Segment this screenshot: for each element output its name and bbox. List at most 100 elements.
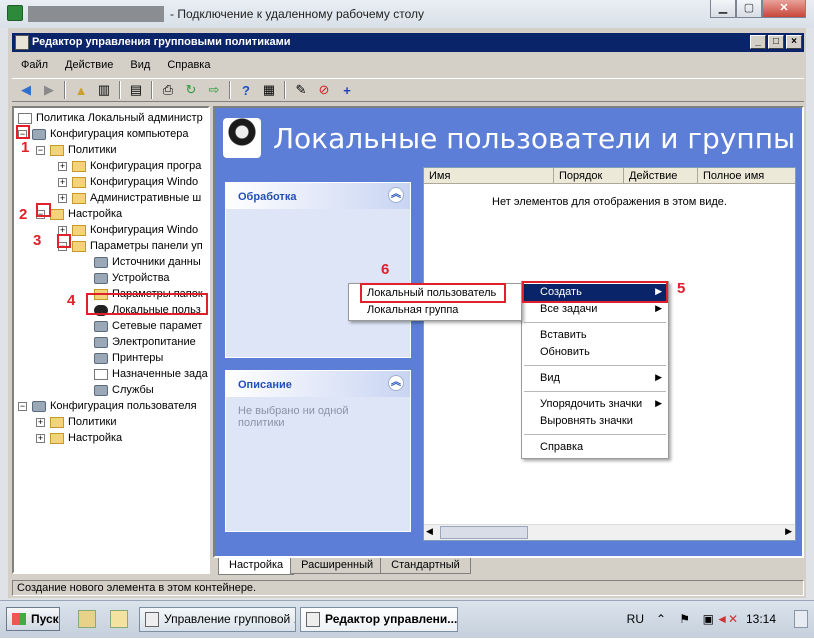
user-config-icon xyxy=(32,400,46,412)
description-text: Не выбрано ни одной политики xyxy=(238,405,349,429)
action-pane-icon[interactable]: ▦ xyxy=(259,81,279,99)
tree-item-power[interactable]: Электропитание xyxy=(94,334,196,350)
collapse-chevron-icon[interactable]: ︽ xyxy=(388,187,404,203)
tree-item-user-settings[interactable]: + Настройка xyxy=(36,430,122,446)
tree-item-root[interactable]: Политика Локальный администр xyxy=(18,110,203,126)
menubar: Файл Действие Вид Справка xyxy=(12,56,804,76)
gpmc-icon xyxy=(145,612,159,627)
tree-item-network[interactable]: Сетевые парамет xyxy=(94,318,202,334)
delete-icon[interactable]: ⊘ xyxy=(314,81,334,99)
export-icon[interactable]: ⇨ xyxy=(204,81,224,99)
column-name[interactable]: Имя xyxy=(424,168,554,183)
status-bar: Создание нового элемента в этом контейне… xyxy=(12,580,804,596)
taskbar-button-gpmc[interactable]: Управление групповой ... xyxy=(139,607,296,632)
menu-file[interactable]: Файл xyxy=(12,56,56,76)
menu-help[interactable]: Справка xyxy=(158,56,218,76)
menu-item-arrange-icons[interactable]: Упорядочить значки ▶ xyxy=(522,396,668,413)
explorer-quicklaunch-icon[interactable] xyxy=(78,610,96,628)
tab-settings[interactable]: Настройка xyxy=(218,558,295,575)
clock[interactable]: 13:14 xyxy=(746,612,776,626)
annotation-label-3: 3 xyxy=(33,232,42,249)
start-button[interactable]: Пуск xyxy=(6,607,60,631)
menu-item-view[interactable]: Вид ▶ xyxy=(522,370,668,387)
tree-item-data-sources[interactable]: Источники данны xyxy=(94,254,201,270)
menu-action[interactable]: Действие xyxy=(56,56,121,76)
maximize-button[interactable]: □ xyxy=(768,35,784,49)
menu-item-paste[interactable]: Вставить xyxy=(522,327,668,344)
menu-item-refresh[interactable]: Обновить xyxy=(522,344,668,361)
expand-toggle[interactable]: + xyxy=(36,433,45,443)
tree-item-user-policies[interactable]: + Политики xyxy=(36,414,117,430)
control-panel-icon xyxy=(72,240,86,252)
scroll-right-icon[interactable]: ▶ xyxy=(785,526,792,537)
list-header: Имя Порядок Действие Полное имя xyxy=(424,168,795,184)
expand-toggle[interactable]: + xyxy=(36,417,45,427)
app-title: Редактор управления групповыми политикам… xyxy=(32,36,291,48)
rdp-minimize-button[interactable]: ▁ xyxy=(710,0,736,18)
annotation-label-6: 6 xyxy=(381,261,390,278)
remote-desktop-icon xyxy=(7,5,23,21)
close-button[interactable]: × xyxy=(786,35,802,49)
menu-item-all-tasks[interactable]: Все задачи ▶ xyxy=(522,301,668,318)
horizontal-scrollbar[interactable]: ◀ ▶ xyxy=(424,524,795,540)
toolbar-separator xyxy=(64,81,66,99)
expand-toggle[interactable]: + xyxy=(58,161,67,171)
expand-toggle[interactable]: + xyxy=(58,193,67,203)
expand-toggle[interactable]: + xyxy=(58,177,67,187)
properties-icon[interactable]: ▤ xyxy=(126,81,146,99)
collapse-toggle[interactable]: − xyxy=(36,145,45,155)
scroll-left-icon[interactable]: ◀ xyxy=(426,526,433,537)
submenu-arrow-icon: ▶ xyxy=(655,303,662,313)
show-hidden-icons-icon[interactable]: ⌃ xyxy=(656,612,666,626)
folder-quicklaunch-icon[interactable] xyxy=(110,610,128,628)
action-center-flag-icon[interactable]: ⚑ xyxy=(679,612,690,626)
show-hide-tree-icon[interactable]: ▥ xyxy=(94,81,114,99)
print-icon[interactable]: ⎙ xyxy=(158,81,178,99)
tree-item-settings-windows[interactable]: + Конфигурация Windo xyxy=(58,222,198,238)
help-icon[interactable]: ? xyxy=(236,81,256,99)
tree-item-printers[interactable]: Принтеры xyxy=(94,350,163,366)
tree-item-software-config[interactable]: + Конфигурация програ xyxy=(58,158,201,174)
taskbar-button-gpme[interactable]: Редактор управлени... xyxy=(300,607,458,632)
language-indicator[interactable]: RU xyxy=(627,612,644,626)
back-arrow-icon[interactable]: ◀ xyxy=(16,81,36,99)
tree-item-computer-config[interactable]: − Конфигурация компьютера xyxy=(18,126,188,142)
column-order[interactable]: Порядок xyxy=(554,168,624,183)
tree-item-windows-config[interactable]: + Конфигурация Windo xyxy=(58,174,198,190)
tree-item-user-config[interactable]: − Конфигурация пользователя xyxy=(18,398,197,414)
new-item-icon[interactable]: ✎ xyxy=(291,81,311,99)
services-icon xyxy=(94,384,108,396)
collapse-toggle[interactable]: − xyxy=(18,401,27,411)
menu-separator xyxy=(524,322,666,323)
network-icon xyxy=(94,320,108,332)
up-folder-icon[interactable]: ▲ xyxy=(71,81,91,99)
menu-view[interactable]: Вид xyxy=(121,56,158,76)
network-tray-icon[interactable]: ▣ xyxy=(703,612,714,626)
printer-icon xyxy=(94,352,108,364)
tab-extended[interactable]: Расширенный xyxy=(290,558,385,574)
tab-standard[interactable]: Стандартный xyxy=(380,558,471,574)
tree-item-scheduled-tasks[interactable]: Назначенные зада xyxy=(94,366,208,382)
tree-item-admin-templates[interactable]: + Административные ш xyxy=(58,190,201,206)
column-full-name[interactable]: Полное имя xyxy=(698,168,795,183)
forward-arrow-icon[interactable]: ▶ xyxy=(39,81,59,99)
menu-separator xyxy=(524,391,666,392)
tree-item-policies[interactable]: − Политики xyxy=(36,142,117,158)
minimize-button[interactable]: _ xyxy=(750,35,766,49)
rdp-title: - Подключение к удаленному рабочему стол… xyxy=(170,7,424,21)
rdp-maximize-button[interactable]: ▢ xyxy=(736,0,762,18)
add-icon[interactable]: + xyxy=(337,81,357,99)
tree-item-control-panel[interactable]: − Параметры панели уп xyxy=(58,238,203,254)
scroll-thumb[interactable] xyxy=(440,526,528,539)
menu-item-local-group[interactable]: Локальная группа xyxy=(349,302,521,319)
menu-item-help[interactable]: Справка xyxy=(522,439,668,456)
show-desktop-button[interactable] xyxy=(794,610,808,628)
collapse-chevron-icon[interactable]: ︽ xyxy=(388,375,404,391)
column-action[interactable]: Действие xyxy=(624,168,698,183)
volume-muted-icon[interactable]: ◄✕ xyxy=(716,612,738,626)
rdp-close-button[interactable]: ✕ xyxy=(762,0,806,18)
menu-item-line-up-icons[interactable]: Выровнять значки xyxy=(522,413,668,430)
tree-item-services[interactable]: Службы xyxy=(94,382,154,398)
refresh-icon[interactable]: ↻ xyxy=(181,81,201,99)
tree-item-devices[interactable]: Устройства xyxy=(94,270,170,286)
